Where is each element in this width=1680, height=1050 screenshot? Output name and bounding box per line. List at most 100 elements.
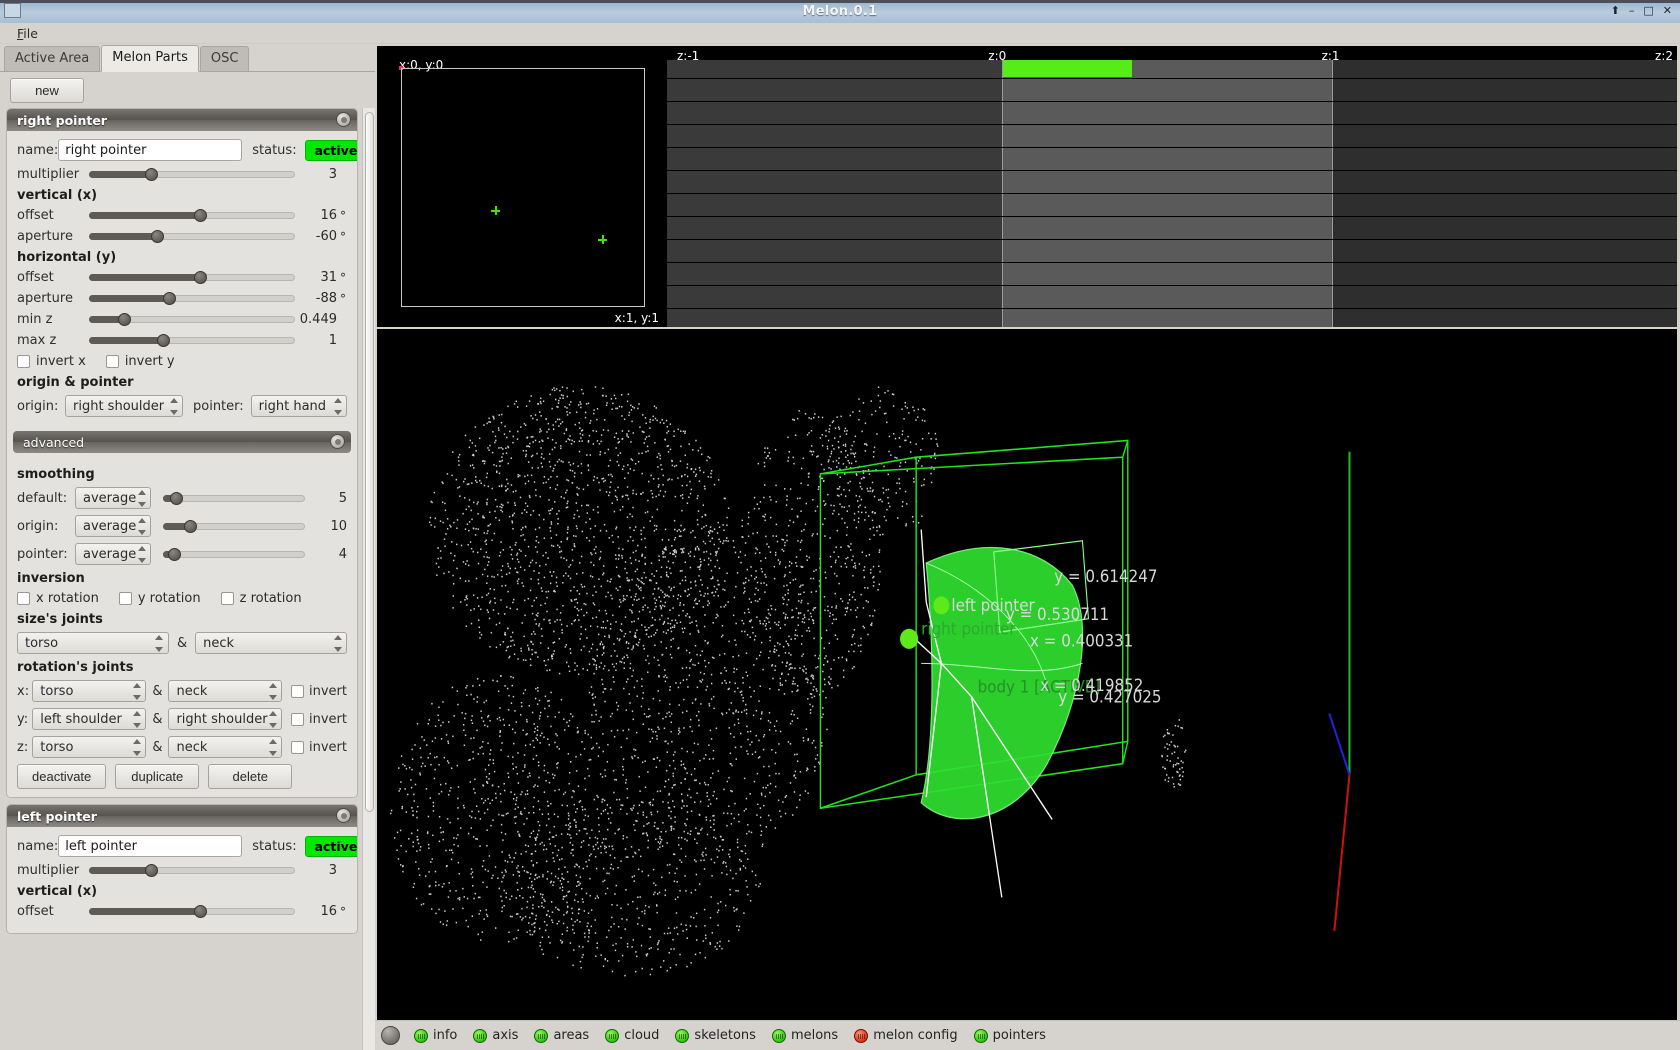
window-controls[interactable]: ⬆ – □ ✕ — [1611, 3, 1672, 19]
deactivate-button[interactable]: deactivate — [17, 764, 107, 789]
toggle-cloud[interactable]: cloud — [605, 1028, 659, 1043]
collapse-knob-icon[interactable] — [336, 112, 351, 127]
vertical-offset-slider[interactable] — [89, 905, 295, 919]
invert-x-checkbox[interactable] — [17, 355, 30, 368]
smoothing-origin-select[interactable]: average — [75, 515, 151, 537]
slider-knob[interactable] — [194, 905, 208, 918]
slider-knob[interactable] — [194, 271, 208, 284]
slider-knob[interactable] — [169, 491, 183, 505]
minz-slider[interactable] — [89, 313, 295, 327]
slider-knob[interactable] — [118, 313, 132, 326]
toggle-info[interactable]: info — [414, 1028, 457, 1043]
slider-knob[interactable] — [163, 292, 177, 305]
size-joint-a-select[interactable]: torso — [17, 632, 169, 654]
maxz-row: max z 1 — [17, 333, 347, 348]
multiplier-slider[interactable] — [89, 168, 295, 182]
vertical-offset-slider[interactable] — [89, 209, 295, 223]
spinner-arrows-icon[interactable] — [333, 635, 342, 652]
spinner-arrows-icon[interactable] — [268, 739, 277, 756]
group-header-right-pointer[interactable]: right pointer — [7, 109, 357, 131]
maximize-button[interactable]: □ — [1643, 3, 1653, 19]
maxz-slider[interactable] — [89, 334, 295, 348]
collapse-knob-icon[interactable] — [330, 434, 345, 449]
toggle-skeletons[interactable]: skeletons — [675, 1028, 756, 1043]
rotation-y-a-select[interactable]: left shoulder — [32, 708, 147, 730]
smoothing-default-select[interactable]: average — [75, 487, 151, 509]
status-badge[interactable]: active — [304, 835, 357, 857]
spinner-arrows-icon[interactable] — [268, 683, 277, 700]
horizontal-aperture-slider[interactable] — [89, 292, 295, 306]
tab-melon-parts[interactable]: Melon Parts — [101, 45, 199, 72]
rotation-y-b-select[interactable]: right shoulder — [168, 708, 283, 730]
size-joint-b-select[interactable]: neck — [195, 632, 348, 654]
rotation-y-invert-checkbox[interactable] — [291, 712, 304, 726]
rotation-x-b-select[interactable]: neck — [168, 680, 283, 702]
delete-button[interactable]: delete — [208, 764, 293, 789]
duplicate-button[interactable]: duplicate — [115, 764, 200, 789]
invert-y-rotation-checkbox[interactable] — [118, 592, 132, 605]
status-badge[interactable]: active — [304, 139, 357, 161]
rotation-z-invert-checkbox[interactable] — [291, 740, 304, 754]
invert-y-checkbox[interactable] — [105, 355, 119, 368]
spinner-arrows-icon[interactable] — [137, 546, 146, 563]
spinner-arrows-icon[interactable] — [155, 635, 164, 652]
spinner-arrows-icon[interactable] — [132, 711, 141, 728]
slider-knob[interactable] — [150, 230, 164, 243]
new-button[interactable]: new — [10, 78, 84, 103]
view-2d-area[interactable]: x:0, y:0 x:1, y:1 — [377, 46, 667, 327]
slider-knob[interactable] — [183, 519, 197, 533]
scrollbar-thumb[interactable] — [365, 112, 374, 812]
toggle-melons[interactable]: melons — [771, 1028, 838, 1043]
invert-z-rotation-checkbox[interactable] — [220, 592, 234, 605]
tab-osc[interactable]: OSC — [199, 46, 250, 71]
rotation-z-a-select[interactable]: torso — [32, 736, 147, 758]
rotation-x-invert-checkbox[interactable] — [291, 684, 304, 698]
smoothing-pointer-select[interactable]: average — [75, 543, 151, 565]
spinner-arrows-icon[interactable] — [137, 490, 146, 507]
left-panel-scrollbar[interactable] — [362, 108, 375, 1050]
rotation-z-b-select[interactable]: neck — [168, 736, 283, 758]
collapse-knob-icon[interactable] — [336, 808, 351, 823]
multiplier-slider[interactable] — [89, 864, 295, 878]
smoothing-default-slider[interactable] — [163, 491, 305, 505]
z-active-bar[interactable] — [1002, 60, 1132, 77]
slider-knob[interactable] — [157, 334, 171, 347]
close-button[interactable]: ✕ — [1663, 3, 1672, 19]
spinner-arrows-icon[interactable] — [333, 398, 342, 415]
slider-knob[interactable] — [194, 209, 208, 222]
slider-knob[interactable] — [168, 547, 182, 561]
view-3d-viewport[interactable]: left pointer right pointer y = 0.614247 … — [377, 329, 1677, 1020]
origin-select[interactable]: right shoulder — [65, 395, 183, 417]
toggle-pointers[interactable]: pointers — [973, 1028, 1046, 1043]
vertical-aperture-slider[interactable] — [89, 230, 295, 244]
shade-button[interactable]: ⬆ — [1611, 3, 1620, 19]
smoothing-default-number: 5 — [338, 490, 347, 506]
tab-active-area[interactable]: Active Area — [4, 46, 101, 71]
rotation-x-a-select[interactable]: torso — [32, 680, 147, 702]
spinner-arrows-icon[interactable] — [137, 518, 146, 535]
view2d-point[interactable] — [491, 206, 500, 215]
name-input[interactable] — [58, 835, 243, 857]
menu-item-file[interactable]: File — [12, 25, 43, 42]
z-strip-area[interactable]: z:-1 z:0 z:1 z:2 — [667, 46, 1677, 327]
group-header-advanced[interactable]: advanced — [13, 431, 351, 453]
spinner-arrows-icon[interactable] — [132, 683, 141, 700]
slider-knob[interactable] — [144, 864, 158, 877]
spinner-arrows-icon[interactable] — [169, 398, 178, 415]
toggle-axis[interactable]: axis — [473, 1028, 518, 1043]
minimize-button[interactable]: – — [1629, 3, 1635, 19]
group-header-left-pointer[interactable]: left pointer — [7, 805, 357, 827]
view2d-point[interactable] — [598, 235, 607, 244]
name-input[interactable] — [58, 139, 243, 161]
pointer-select[interactable]: right hand — [250, 395, 347, 417]
invert-x-rotation-checkbox[interactable] — [17, 592, 30, 605]
spinner-arrows-icon[interactable] — [132, 739, 141, 756]
slider-knob[interactable] — [144, 168, 158, 181]
smoothing-origin-slider[interactable] — [163, 519, 305, 533]
spinner-arrows-icon[interactable] — [268, 711, 277, 728]
toggle-areas[interactable]: areas — [534, 1028, 589, 1043]
settings-knob-icon[interactable] — [381, 1026, 400, 1045]
toggle-melon-config[interactable]: melon config — [854, 1028, 958, 1043]
horizontal-offset-slider[interactable] — [89, 271, 295, 285]
smoothing-pointer-slider[interactable] — [163, 547, 305, 561]
